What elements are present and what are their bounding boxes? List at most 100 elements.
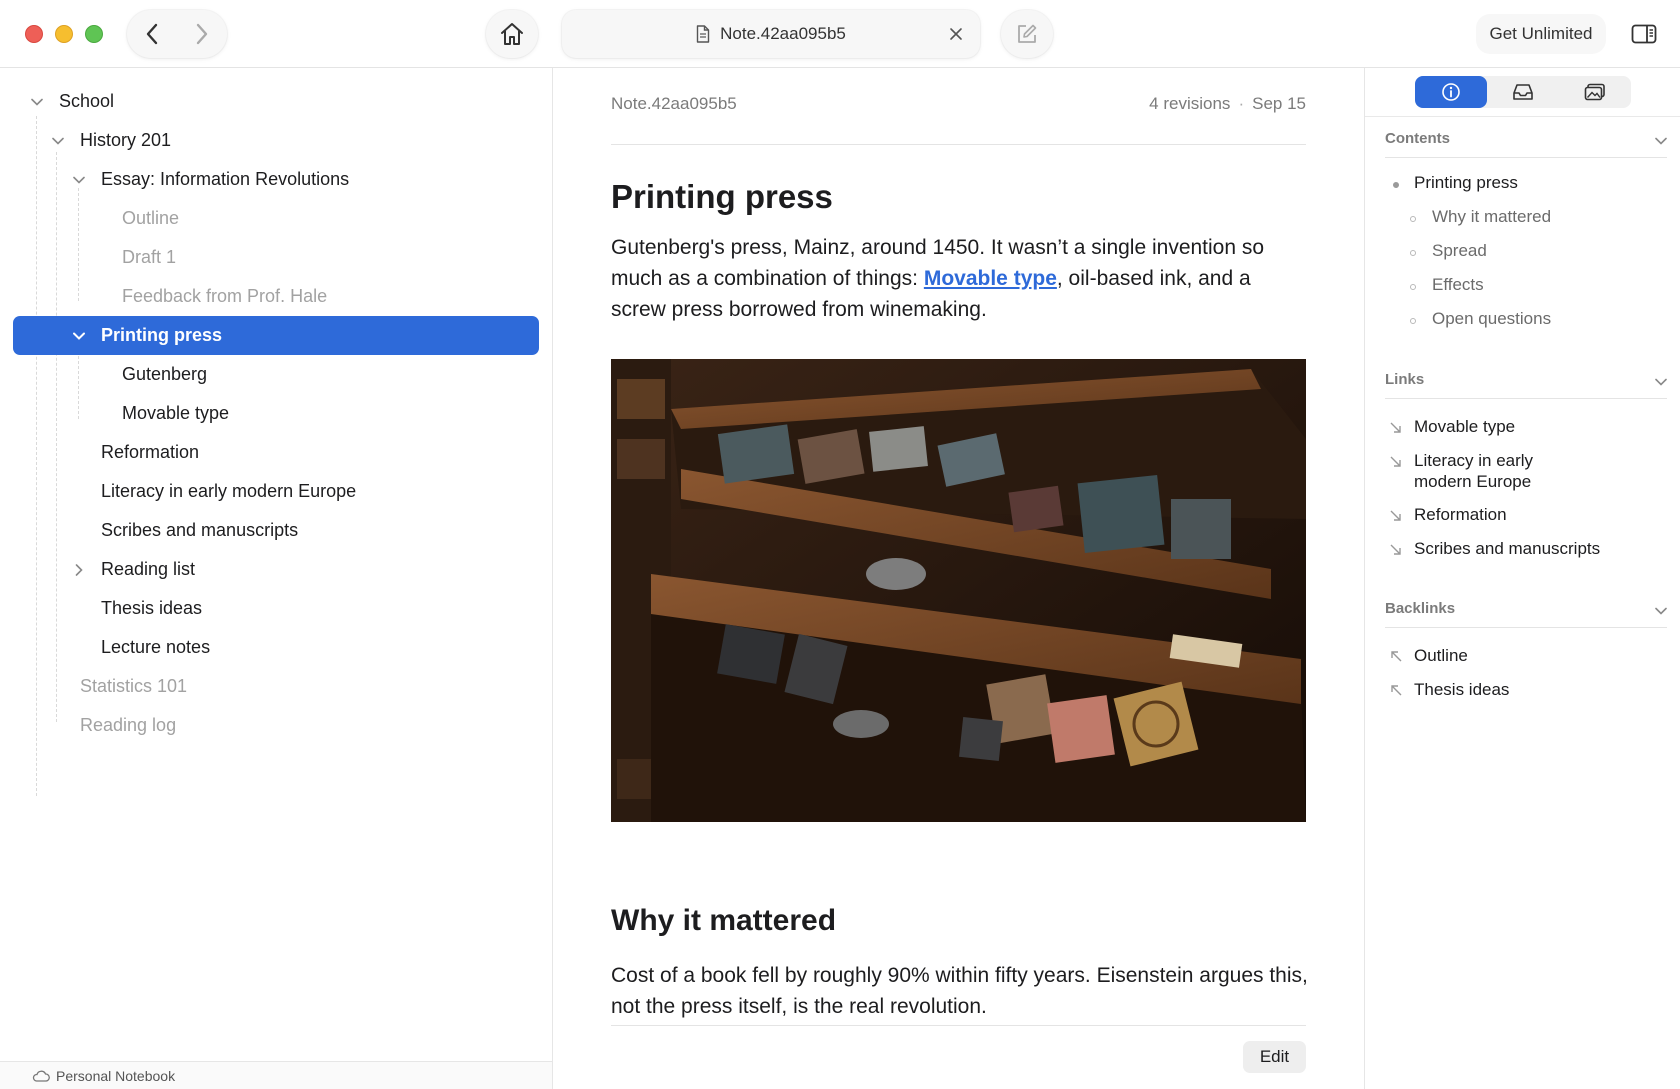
tree-item-statistics-101[interactable]: Statistics 101 xyxy=(13,667,539,706)
chevron-down-icon[interactable] xyxy=(71,172,87,188)
toc-bullet xyxy=(1410,216,1416,222)
note-intro-paragraph[interactable]: Gutenberg's press, Mainz, around 1450. I… xyxy=(611,232,1311,325)
toc-bullet xyxy=(1410,250,1416,256)
tree-item-movable-type[interactable]: Movable type xyxy=(13,394,539,433)
tree-item-label: Printing press xyxy=(101,325,223,345)
tree-item-literacy[interactable]: Literacy in early modern Europe xyxy=(13,472,539,511)
inspector-panel: Contents Printing press Why it mattered … xyxy=(1364,68,1680,1089)
tree-item-printing-press[interactable]: Printing press xyxy=(13,316,539,355)
movable-type-link[interactable]: Movable type xyxy=(924,267,1057,290)
inbox-tab[interactable] xyxy=(1487,76,1559,108)
section-heading-why-it-mattered[interactable]: Why it mattered xyxy=(611,904,836,938)
tree-item-scribes[interactable]: Scribes and manuscripts xyxy=(13,511,539,550)
sidebar-toggle-button[interactable] xyxy=(1624,14,1664,54)
type-drawer-photo[interactable] xyxy=(611,359,1306,822)
tree-item-essay[interactable]: Essay: Information Revolutions xyxy=(13,160,539,199)
outgoing-link-arrow-icon xyxy=(1390,456,1401,467)
backlinks-section-header[interactable]: Backlinks xyxy=(1385,600,1667,628)
window-close-button[interactable] xyxy=(25,25,43,43)
chevron-down-icon[interactable] xyxy=(71,328,87,344)
section-paragraph[interactable]: Cost of a book fell by roughly 90% withi… xyxy=(611,960,1311,1022)
info-tab[interactable] xyxy=(1415,76,1487,108)
home-button[interactable] xyxy=(486,10,538,58)
tree-item-label: Reformation xyxy=(101,442,200,462)
get-unlimited-button[interactable]: Get Unlimited xyxy=(1476,14,1606,54)
gallery-icon xyxy=(1584,83,1605,101)
tree-item-label: Feedback from Prof. Hale xyxy=(122,286,328,306)
tree-item-reading-log[interactable]: Reading log xyxy=(13,706,539,745)
note-id: Note.42aa095b5 xyxy=(611,94,737,113)
contents-section-header[interactable]: Contents xyxy=(1385,130,1667,158)
tree-item-lecture-notes[interactable]: Lecture notes xyxy=(13,628,539,667)
window-maximize-button[interactable] xyxy=(85,25,103,43)
tree-item-label: Gutenberg xyxy=(122,364,208,384)
chevron-down-icon[interactable] xyxy=(1655,132,1667,149)
toc-bullet xyxy=(1393,182,1399,188)
tree-item-label: Thesis ideas xyxy=(101,598,203,618)
tree-item-gutenberg[interactable]: Gutenberg xyxy=(13,355,539,394)
links-heading: Links xyxy=(1385,371,1425,388)
note-tab[interactable]: Note.42aa095b5 xyxy=(562,10,980,58)
link-item-movable-type[interactable]: Movable type xyxy=(1414,416,1634,437)
tree-item-label: Statistics 101 xyxy=(80,676,188,696)
home-icon xyxy=(501,23,523,45)
tree-item-thesis-ideas[interactable]: Thesis ideas xyxy=(13,589,539,628)
incoming-link-arrow-icon xyxy=(1391,651,1402,662)
chevron-down-icon[interactable] xyxy=(50,133,66,149)
notebook-footer[interactable]: Personal Notebook xyxy=(0,1061,552,1089)
chevron-down-icon[interactable] xyxy=(29,94,45,110)
link-item-reformation[interactable]: Reformation xyxy=(1414,504,1634,525)
title-bar: Note.42aa095b5 Get Unlimited xyxy=(0,0,1680,68)
note-date: Sep 15 xyxy=(1252,94,1306,113)
close-icon xyxy=(950,28,962,40)
revisions-link[interactable]: 4 revisions xyxy=(1149,94,1230,113)
notebook-name: Personal Notebook xyxy=(56,1067,176,1084)
outgoing-link-arrow-icon xyxy=(1390,510,1401,521)
backlink-item-thesis-ideas[interactable]: Thesis ideas xyxy=(1414,679,1634,700)
tree-item-reformation[interactable]: Reformation xyxy=(13,433,539,472)
chevron-down-icon[interactable] xyxy=(1655,602,1667,619)
note-editor: Note.42aa095b5 4 revisions · Sep 15 Printi… xyxy=(554,68,1363,1089)
tree-item-label: Literacy in early modern Europe xyxy=(101,481,357,501)
toc-item-open-questions[interactable]: Open questions xyxy=(1432,309,1551,329)
incoming-link-arrow-icon xyxy=(1391,685,1402,696)
inspector-mode-switch xyxy=(1415,76,1631,108)
backlink-item-outline[interactable]: Outline xyxy=(1414,645,1634,666)
toc-item-printing-press[interactable]: Printing press xyxy=(1414,173,1518,193)
gallery-tab[interactable] xyxy=(1559,76,1631,108)
toc-item-effects[interactable]: Effects xyxy=(1432,275,1484,295)
inbox-icon xyxy=(1513,84,1533,100)
tree-item-school[interactable]: School xyxy=(13,82,539,121)
tab-title: Note.42aa095b5 xyxy=(720,24,846,43)
chevron-right-icon[interactable] xyxy=(71,562,87,578)
tree-item-history-201[interactable]: History 201 xyxy=(13,121,539,160)
tree-item-label: Reading list xyxy=(101,559,196,579)
meta-separator: · xyxy=(1238,94,1245,113)
tree-item-feedback[interactable]: Feedback from Prof. Hale xyxy=(13,277,539,316)
window-minimize-button[interactable] xyxy=(55,25,73,43)
tree-item-outline[interactable]: Outline xyxy=(13,199,539,238)
tab-close-button[interactable] xyxy=(944,22,968,46)
new-note-button[interactable] xyxy=(1001,10,1053,58)
link-item-scribes[interactable]: Scribes and manuscripts xyxy=(1414,538,1634,559)
links-section-header[interactable]: Links xyxy=(1385,371,1667,399)
outgoing-link-arrow-icon xyxy=(1390,544,1401,555)
forward-button[interactable] xyxy=(177,10,227,58)
sidebar-toggle-icon xyxy=(1631,24,1657,44)
divider xyxy=(611,144,1306,145)
tree-item-reading-list[interactable]: Reading list xyxy=(13,550,539,589)
back-button[interactable] xyxy=(127,10,177,58)
tree-item-label: Movable type xyxy=(122,403,230,423)
chevron-down-icon[interactable] xyxy=(1655,373,1667,390)
toc-item-why-it-mattered[interactable]: Why it mattered xyxy=(1432,207,1551,227)
back-arrow-icon xyxy=(146,23,158,45)
notebook-sidebar: School History 201 Essay: Information Re… xyxy=(0,68,553,1089)
note-title[interactable]: Printing press xyxy=(611,178,833,216)
toc-bullet xyxy=(1410,318,1416,324)
tree-item-label: Outline xyxy=(122,208,180,228)
tree-item-draft-1[interactable]: Draft 1 xyxy=(13,238,539,277)
link-item-literacy[interactable]: Literacy in early modern Europe xyxy=(1414,450,1554,492)
toc-item-spread[interactable]: Spread xyxy=(1432,241,1487,261)
type-drawer-illustration xyxy=(611,359,1306,822)
edit-button[interactable]: Edit xyxy=(1243,1041,1306,1073)
